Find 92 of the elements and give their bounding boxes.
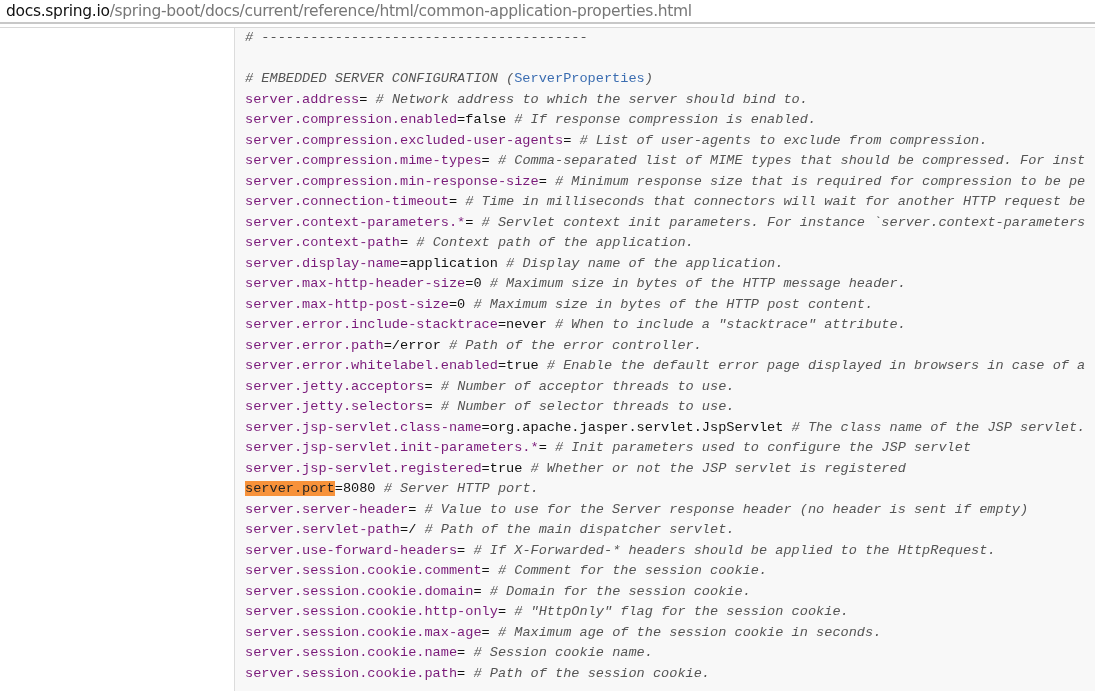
- property-key: server.servlet-path: [245, 522, 400, 537]
- comment-text: # Value to use for the Server response header (no header is sent if empty): [424, 501, 1029, 517]
- property-key: server.compression.min-response-size: [245, 173, 539, 189]
- comment-text: # If X-Forwarded-* headers should be applied to the HttpRequest.: [473, 542, 996, 558]
- comment-text: # Number of acceptor threads to use.: [440, 378, 735, 394]
- property-value: =: [457, 665, 466, 681]
- url-text: docs.spring.io/spring-boot/docs/current/reference/html/common-application-properties.html: [6, 2, 692, 20]
- property-key: server.error.include-stacktrace: [245, 317, 498, 332]
- property-key: server.use-forward-headers: [245, 542, 458, 558]
- property-key: server.error.path: [245, 337, 384, 353]
- property-key: server.session.cookie.path: [245, 665, 458, 681]
- property-value: =false: [457, 112, 507, 127]
- property-key: server.context-path: [245, 235, 400, 250]
- comment-text: # Maximum age of the session cookie in seconds.: [497, 624, 882, 640]
- property-key: server.server-header: [245, 501, 409, 517]
- comment-text: # Comma-separated list of MIME types that should be compressed. For inst: [497, 153, 1086, 168]
- comment-text: # Time in milliseconds that connectors will wait for another HTTP request be: [465, 194, 1086, 209]
- comment-text: # List of user-agents to exclude from compression.: [579, 132, 988, 148]
- property-key: server.jsp-servlet.registered: [245, 460, 482, 476]
- property-value: =: [481, 153, 490, 168]
- comment-text: # Domain for the session cookie.: [489, 583, 751, 599]
- property-value: =: [481, 563, 490, 578]
- comment-text: # Session cookie name.: [473, 645, 653, 660]
- comment-text: # Path of the error controller.: [448, 337, 702, 353]
- property-value: =true: [481, 460, 523, 476]
- comment-text: # When to include a "stacktrace" attribute.: [555, 317, 906, 332]
- property-key: server.jetty.selectors: [245, 399, 425, 414]
- comment-text: # Path of the session cookie.: [473, 665, 711, 681]
- comment-text: # Servlet context init parameters. For instance `server.context-parameters: [481, 214, 1086, 230]
- comment-text: # Display name of the application.: [506, 255, 784, 271]
- property-value: =: [538, 173, 547, 189]
- comment-text: # Maximum size in bytes of the HTTP message header.: [489, 276, 906, 291]
- property-key: server.context-parameters.*: [245, 214, 466, 230]
- property-value: =never: [497, 317, 547, 332]
- property-value: =: [497, 604, 507, 619]
- comment-text: # "HttpOnly" flag for the session cookie.: [514, 604, 849, 619]
- property-value: =application: [400, 255, 498, 271]
- property-value: =/: [400, 522, 417, 537]
- property-value: =: [473, 583, 482, 599]
- property-key: server.session.cookie.max-age: [245, 624, 482, 640]
- property-value: =: [400, 235, 409, 250]
- property-key: server.max-http-header-size: [245, 276, 466, 291]
- property-key: server.error.whitelabel.enabled: [245, 358, 498, 373]
- comment-text: # ----------------------------------------: [245, 30, 588, 45]
- class-link[interactable]: ServerProperties: [514, 71, 645, 86]
- property-value: =: [448, 194, 458, 209]
- comment-text: # If response compression is enabled.: [514, 112, 817, 127]
- comment-text: # Path of the main dispatcher servlet.: [424, 522, 735, 537]
- property-key: server.connection-timeout: [245, 194, 449, 209]
- property-key: server.jsp-servlet.init-parameters.*: [245, 440, 539, 455]
- property-key: server.compression.mime-types: [245, 153, 482, 168]
- property-value: =: [424, 399, 433, 414]
- property-key: server.session.cookie.http-only: [245, 604, 498, 619]
- property-value: =: [481, 624, 490, 640]
- property-value: =: [465, 214, 474, 230]
- property-key: server.jsp-servlet.class-name: [245, 419, 482, 435]
- property-value: =: [408, 501, 417, 517]
- comment-text: # Init parameters used to configure the JSP servlet: [555, 440, 972, 455]
- property-value: =: [457, 542, 466, 558]
- address-bar[interactable]: docs.spring.io/spring-boot/docs/current/reference/html/common-application-properties.html: [0, 0, 1095, 24]
- property-value: =: [457, 645, 466, 660]
- section-comment: # EMBEDDED SERVER CONFIGURATION (ServerProperties): [245, 71, 653, 86]
- property-key: server.session.cookie.name: [245, 645, 458, 660]
- property-value: =: [424, 378, 433, 394]
- property-key: server.port: [245, 481, 335, 496]
- property-value: =0: [448, 296, 466, 312]
- comment-text: # Number of selector threads to use.: [440, 399, 735, 414]
- property-value: =: [563, 132, 572, 148]
- property-key: server.compression.excluded-user-agents: [245, 132, 564, 148]
- property-key: server.address: [245, 91, 360, 107]
- property-value: =8080: [334, 481, 376, 496]
- property-key: server.display-name: [245, 255, 400, 271]
- comment-text: # Context path of the application.: [416, 235, 694, 250]
- property-key: server.jetty.acceptors: [245, 378, 425, 394]
- comment-text: # Minimum response size that is required for compression to be pe: [555, 173, 1086, 189]
- property-key: server.compression.enabled: [245, 112, 458, 127]
- comment-text: # Server HTTP port.: [383, 481, 539, 496]
- property-value: =0: [465, 276, 482, 291]
- property-value: =: [538, 440, 547, 455]
- comment-text: # Whether or not the JSP servlet is registered: [530, 460, 906, 476]
- comment-text: # Comment for the session cookie.: [497, 563, 768, 578]
- comment-text: # The class name of the JSP servlet.: [791, 419, 1086, 435]
- comment-text: # Maximum size in bytes of the HTTP post content.: [473, 296, 874, 312]
- property-value: =/error: [383, 337, 441, 353]
- property-value: =true: [497, 358, 539, 373]
- property-value: =: [359, 91, 368, 107]
- property-key: server.session.cookie.domain: [245, 583, 474, 599]
- comment-text: # Network address to which the server should bind to.: [375, 91, 808, 107]
- comment-text: # Enable the default error page displayed in browsers in case of a: [546, 358, 1086, 373]
- property-key: server.max-http-post-size: [245, 296, 449, 312]
- property-key: server.session.cookie.comment: [245, 563, 482, 578]
- property-value: =org.apache.jasper.servlet.JspServlet: [481, 419, 784, 435]
